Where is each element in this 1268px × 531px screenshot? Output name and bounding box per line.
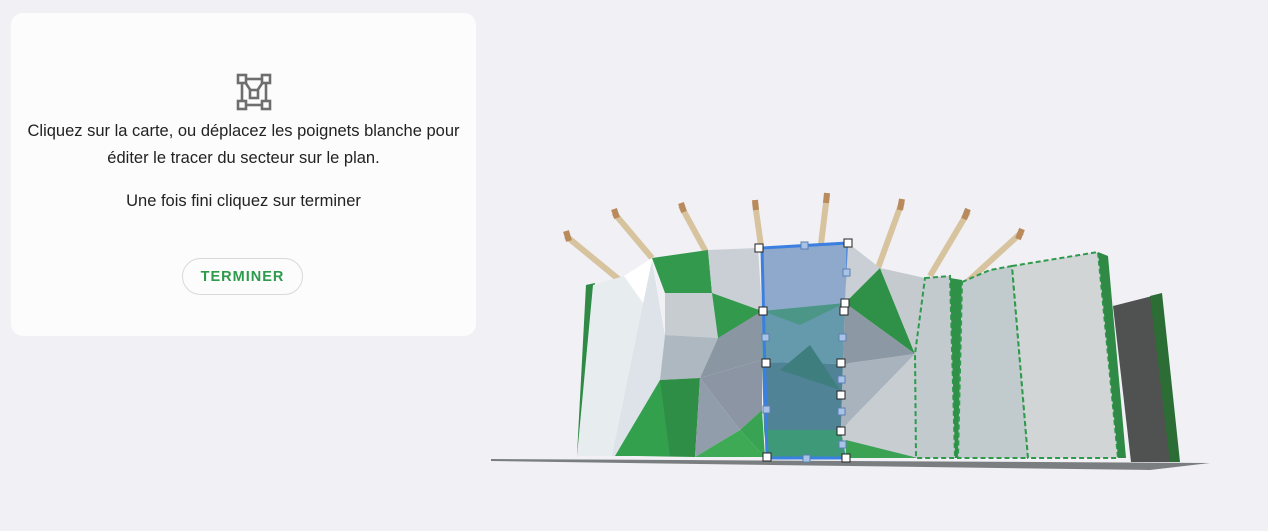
instruction-line-2: éditer le tracer du secteur sur le plan. — [107, 149, 380, 167]
instruction-secondary-text: Une fois fini cliquez sur terminer — [126, 192, 361, 210]
instruction-panel: Cliquez sur la carte, ou déplacez les po… — [11, 13, 476, 336]
instruction-text: Cliquez sur la carte, ou déplacez les po… — [11, 118, 476, 172]
selected-sector[interactable] — [760, 241, 850, 460]
instruction-line-1: Cliquez sur la carte, ou déplacez les po… — [27, 122, 460, 140]
vector-polygon-icon — [236, 73, 272, 111]
wall-panel-right-facets[interactable] — [841, 243, 925, 458]
sector-outline-3[interactable] — [1010, 250, 1126, 459]
sector-outline-1[interactable] — [913, 274, 957, 459]
climbing-wall-map[interactable] — [488, 185, 1218, 485]
terminer-button[interactable]: TERMINER — [182, 258, 303, 295]
